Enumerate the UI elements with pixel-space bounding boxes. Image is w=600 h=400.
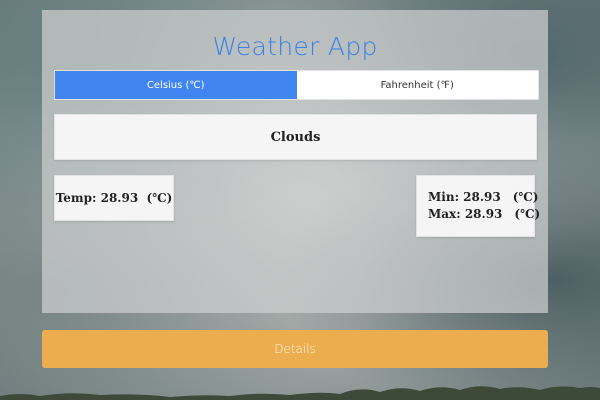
min-row: Min: 28.93 (℃) (428, 189, 538, 206)
unit-toggle: Celsius (℃) Fahrenheit (℉) (54, 70, 539, 100)
weather-panel: Weather App Celsius (℃) Fahrenheit (℉) C… (42, 10, 548, 313)
fahrenheit-button[interactable]: Fahrenheit (℉) (296, 71, 538, 99)
max-row: Max: 28.93 (℃) (428, 206, 540, 223)
celsius-button[interactable]: Celsius (℃) (55, 71, 297, 99)
max-unit: (℃) (514, 207, 541, 221)
treeline-decoration (0, 386, 600, 400)
app-title: Weather App (212, 32, 378, 61)
min-max-card: Min: 28.93 (℃) Max: 28.93 (℃) (416, 175, 540, 237)
details-button-label: Details (274, 342, 316, 356)
max-temperature: Max: 28.93 (428, 207, 503, 221)
condition-card: Clouds (54, 114, 537, 160)
temperature-card: Temp: 28.93 (℃) (54, 175, 174, 221)
condition-label: Clouds (270, 129, 321, 145)
details-button[interactable]: Details (42, 330, 548, 368)
min-unit: (℃) (512, 190, 539, 204)
min-temperature: Min: 28.93 (428, 190, 501, 204)
temperature-label: Temp: 28.93 (℃) (55, 191, 173, 205)
